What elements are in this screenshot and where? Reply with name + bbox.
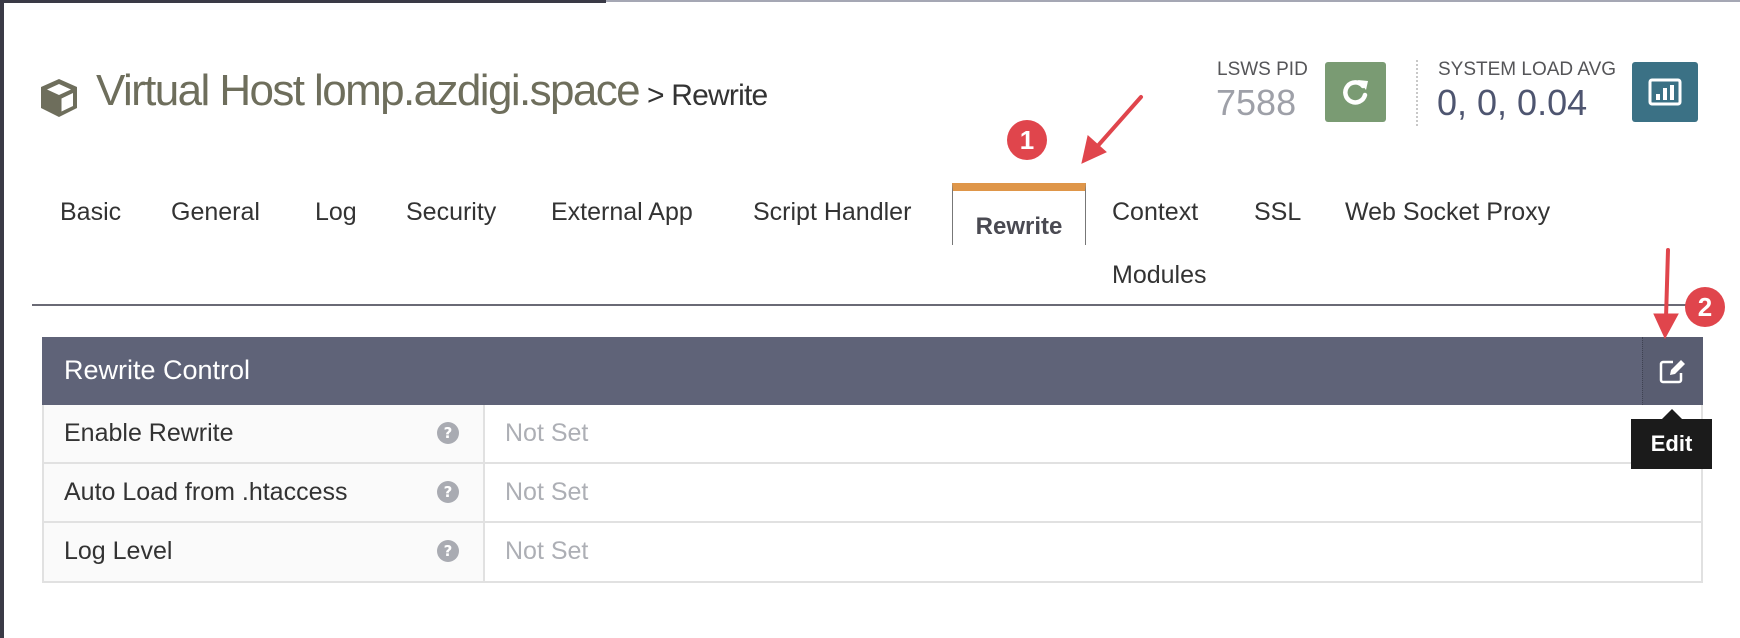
edit-icon [1659, 360, 1685, 384]
annotation-marker-2: 2 [1685, 287, 1725, 327]
page-title: Virtual Host lomp.azdigi.space > Rewrite [96, 66, 768, 116]
row-value: Not Set [505, 419, 589, 447]
tab-context[interactable]: Context [1112, 198, 1198, 227]
real-time-stats-button[interactable] [1632, 62, 1698, 122]
bar-chart-icon [1648, 78, 1682, 106]
row-value-cell: Not Set [485, 523, 1701, 581]
row-value: Not Set [505, 537, 589, 565]
window-edge-left [0, 0, 4, 638]
row-label: Auto Load from .htaccess [64, 478, 348, 506]
arrow-2 [1653, 248, 1679, 340]
row-value-cell: Not Set [485, 405, 1701, 462]
tab-modules[interactable]: Modules [1112, 261, 1207, 290]
cube-icon [41, 79, 77, 117]
edit-button[interactable] [1642, 337, 1703, 405]
tab-script-handler[interactable]: Script Handler [753, 198, 911, 227]
panel-title: Rewrite Control [64, 355, 251, 385]
breadcrumb-current: > Rewrite [647, 79, 768, 112]
row-label: Enable Rewrite [64, 419, 234, 447]
annotation-marker-1: 1 [1007, 120, 1047, 160]
help-icon[interactable]: ? [437, 422, 459, 444]
refresh-icon [1342, 80, 1368, 105]
help-icon[interactable]: ? [437, 481, 459, 503]
window-edge-top [0, 0, 606, 3]
help-icon[interactable]: ? [437, 540, 459, 562]
row-label-cell: Log Level ? [44, 523, 485, 581]
window-edge-top-right [606, 0, 1740, 2]
tab-general[interactable]: General [171, 198, 260, 227]
row-label-cell: Enable Rewrite ? [44, 405, 485, 462]
tabs-underline [32, 304, 1692, 306]
tab-rewrite[interactable]: Rewrite [952, 183, 1086, 245]
lsws-pid-label: LSWS PID [1217, 59, 1308, 80]
row-label-cell: Auto Load from .htaccess ? [44, 464, 485, 521]
restart-button[interactable] [1325, 62, 1386, 122]
lsws-pid-value: 7588 [1216, 82, 1297, 123]
status-divider [1416, 60, 1418, 126]
row-value-cell: Not Set [485, 464, 1701, 521]
tab-security[interactable]: Security [406, 198, 496, 227]
row-value: Not Set [505, 478, 589, 506]
tooltip-arrow [1662, 409, 1682, 419]
arrow-1 [1081, 95, 1143, 164]
table-row: Log Level ? Not Set [44, 523, 1701, 581]
tab-external-app[interactable]: External App [551, 198, 693, 227]
rewrite-control-header: Rewrite Control [42, 337, 1703, 405]
page-title-text: Virtual Host lomp.azdigi.space [96, 66, 641, 115]
tab-basic[interactable]: Basic [60, 198, 121, 227]
system-load-value: 0, 0, 0.04 [1437, 82, 1588, 123]
tab-ssl[interactable]: SSL [1254, 198, 1301, 227]
tab-web-socket-proxy[interactable]: Web Socket Proxy [1345, 198, 1550, 227]
tab-log[interactable]: Log [315, 198, 357, 227]
edit-tooltip: Edit [1631, 419, 1712, 469]
table-row: Auto Load from .htaccess ? Not Set [44, 464, 1701, 523]
rewrite-control-table: Enable Rewrite ? Not Set Auto Load from … [42, 405, 1703, 583]
system-load-label: SYSTEM LOAD AVG [1438, 59, 1617, 80]
table-row: Enable Rewrite ? Not Set [44, 405, 1701, 464]
row-label: Log Level [64, 537, 173, 565]
